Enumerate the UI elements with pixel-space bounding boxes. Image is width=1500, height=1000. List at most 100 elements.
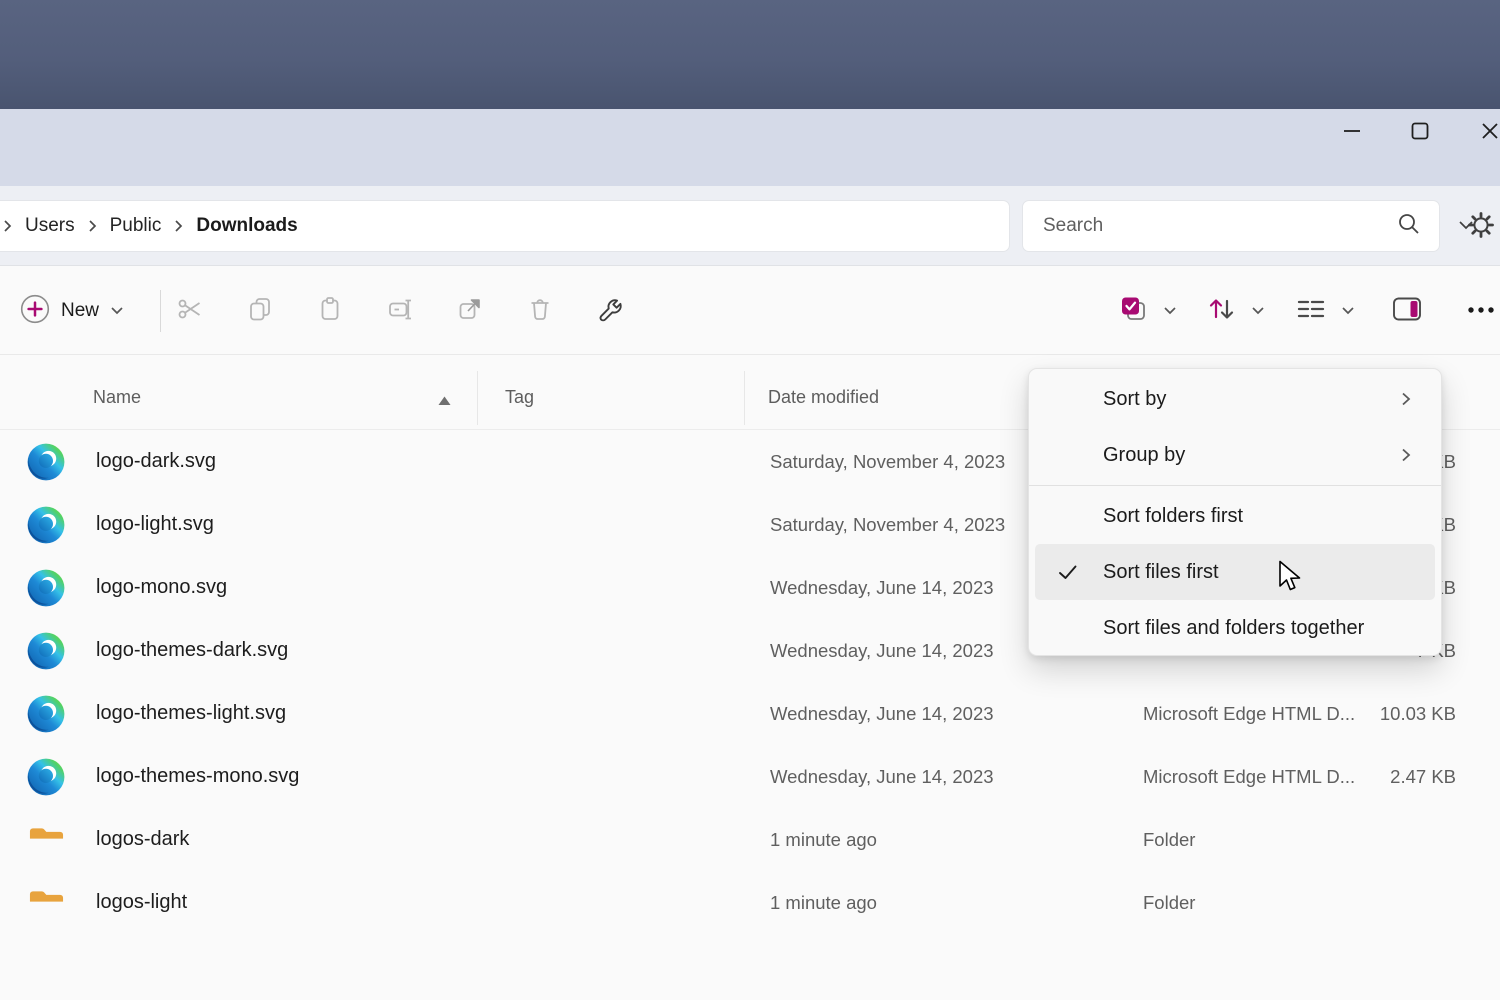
details-pane-button[interactable] [1386, 288, 1428, 334]
file-date-modified: Wednesday, June 14, 2023 [770, 556, 994, 619]
select-all-button[interactable] [1112, 288, 1154, 334]
menu-separator [1029, 485, 1441, 486]
chevron-right-icon [1401, 391, 1411, 407]
file-date-modified: 1 minute ago [770, 808, 877, 871]
toolbar-divider [160, 290, 161, 332]
folder-icon [28, 887, 65, 919]
edge-logo-icon [27, 632, 65, 670]
menu-item-sort-files-and-folders-together[interactable]: Sort files and folders together [1035, 600, 1435, 656]
file-name: logo-dark.svg [96, 430, 216, 493]
edge-logo-icon [27, 569, 65, 607]
file-row[interactable]: logo-themes-mono.svg Wednesday, June 14,… [0, 745, 1500, 808]
properties-button[interactable] [589, 288, 631, 334]
file-row[interactable]: logos-dark 1 minute ago Folder [0, 808, 1500, 871]
delete-button[interactable] [519, 288, 561, 334]
file-date-modified: Wednesday, June 14, 2023 [770, 682, 994, 745]
clipboard-icon [316, 295, 344, 328]
search-box[interactable] [1022, 200, 1440, 252]
edge-logo-icon [27, 506, 65, 544]
rename-button[interactable] [379, 288, 421, 334]
copy-button[interactable] [239, 288, 281, 334]
select-dropdown-button[interactable] [1156, 288, 1184, 334]
file-type-icon [25, 808, 67, 871]
menu-item-sort-folders-first[interactable]: Sort folders first [1035, 488, 1435, 544]
more-options-button[interactable] [1460, 288, 1500, 334]
search-input[interactable] [1023, 215, 1397, 237]
trash-icon [526, 295, 554, 328]
column-header-name[interactable]: Name [93, 366, 141, 429]
header-divider[interactable] [744, 371, 745, 425]
chevron-right-icon [0, 219, 21, 233]
paste-button[interactable] [309, 288, 351, 334]
settings-button[interactable] [1462, 210, 1500, 244]
file-name: logos-light [96, 871, 187, 934]
view-dropdown-button[interactable] [1334, 288, 1362, 334]
file-size: 10.03 KB [1320, 682, 1478, 745]
search-icon [1397, 212, 1421, 241]
share-icon-button[interactable] [449, 288, 491, 334]
file-size: 2.47 KB [1320, 745, 1478, 808]
copy-icon [246, 295, 274, 328]
chevron-right-icon [79, 219, 106, 233]
header-divider[interactable] [477, 371, 478, 425]
close-button[interactable] [1468, 111, 1500, 155]
edge-logo-icon [27, 695, 65, 733]
menu-item-sort-files-first[interactable]: Sort files first [1035, 544, 1435, 600]
close-icon [1480, 121, 1500, 146]
file-type-icon [25, 430, 67, 493]
file-name: logo-themes-mono.svg [96, 745, 299, 808]
file-type-icon [25, 619, 67, 682]
breadcrumb-item-users[interactable]: Users [21, 215, 79, 237]
sort-ascending-icon [438, 393, 451, 411]
gear-icon [1467, 211, 1495, 244]
breadcrumb[interactable]: Users Public Downloads [0, 200, 1010, 252]
column-header-tag[interactable]: Tag [505, 366, 534, 429]
file-type-icon [25, 493, 67, 556]
mouse-cursor [1278, 560, 1310, 601]
maximize-icon [1410, 121, 1430, 146]
titlebar [0, 109, 1500, 186]
sort-dropdown-button[interactable] [1244, 288, 1272, 334]
file-name: logos-dark [96, 808, 189, 871]
file-date-modified: Wednesday, June 14, 2023 [770, 619, 994, 682]
menu-item-sort-by[interactable]: Sort by [1035, 371, 1435, 427]
chevron-down-icon [1163, 302, 1177, 320]
file-type-icon [25, 745, 67, 808]
file-type-icon [25, 871, 67, 934]
wrench-icon [595, 294, 625, 329]
file-name: logo-themes-light.svg [96, 682, 286, 745]
chevron-right-icon [165, 219, 192, 233]
file-name: logo-light.svg [96, 493, 214, 556]
new-button[interactable]: New [8, 288, 136, 334]
file-date-modified: Saturday, November 4, 2023 [770, 430, 1005, 493]
minimize-button[interactable] [1330, 111, 1374, 155]
file-date-modified: 1 minute ago [770, 871, 877, 934]
maximize-button[interactable] [1398, 111, 1442, 155]
share-icon [456, 295, 484, 328]
sort-button[interactable] [1200, 288, 1242, 334]
file-type-icon [25, 682, 67, 745]
file-row[interactable]: logo-themes-light.svg Wednesday, June 14… [0, 682, 1500, 745]
sort-context-menu: Sort by Group by Sort folders first Sort… [1028, 368, 1442, 656]
breadcrumb-item-downloads[interactable]: Downloads [192, 215, 301, 237]
menu-item-group-by[interactable]: Group by [1035, 427, 1435, 483]
folder-icon [28, 824, 65, 856]
chevron-right-icon [1401, 447, 1411, 463]
file-name: logo-mono.svg [96, 556, 227, 619]
file-date-modified: Saturday, November 4, 2023 [770, 493, 1005, 556]
file-size [1320, 808, 1478, 871]
plus-circle-icon [20, 294, 50, 329]
file-type-icon [25, 556, 67, 619]
column-header-date-modified[interactable]: Date modified [768, 366, 879, 429]
new-button-label: New [61, 300, 99, 322]
view-button[interactable] [1290, 288, 1332, 334]
edge-logo-icon [27, 758, 65, 796]
cut-button[interactable] [169, 288, 211, 334]
file-name: logo-themes-dark.svg [96, 619, 288, 682]
chevron-down-icon [110, 302, 124, 320]
rename-icon [386, 295, 414, 328]
breadcrumb-item-public[interactable]: Public [106, 215, 166, 237]
view-list-icon [1295, 296, 1327, 327]
file-row[interactable]: logos-light 1 minute ago Folder [0, 871, 1500, 934]
file-date-modified: Wednesday, June 14, 2023 [770, 745, 994, 808]
